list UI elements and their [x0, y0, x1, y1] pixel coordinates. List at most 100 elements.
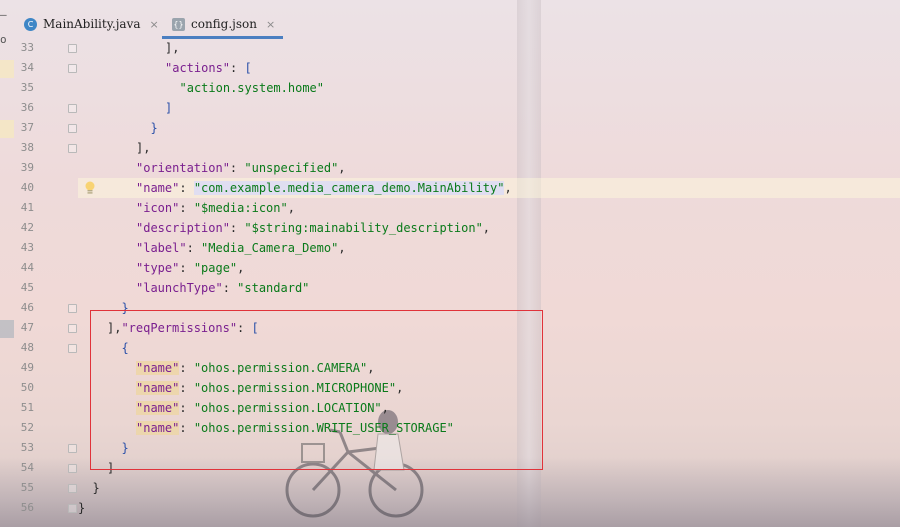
code-line[interactable]: "launchType": "standard": [78, 278, 900, 298]
code-token: "icon": [136, 201, 180, 215]
fold-marker-icon[interactable]: [68, 124, 77, 133]
code-line[interactable]: ]: [78, 98, 900, 118]
code-line[interactable]: "description": "$string:mainability_desc…: [78, 218, 900, 238]
line-number: 41: [20, 201, 34, 214]
fold-marker-icon[interactable]: [68, 304, 77, 313]
code-line[interactable]: "action.system.home": [78, 78, 900, 98]
code-token: "unspecified": [244, 161, 339, 175]
change-marker: [0, 120, 14, 138]
code-line[interactable]: }: [78, 478, 900, 498]
line-number: 50: [20, 381, 34, 394]
code-token: ],: [165, 41, 180, 55]
code-token: "standard": [237, 281, 310, 295]
code-token: "orientation": [136, 161, 230, 175]
fold-marker-icon[interactable]: [68, 324, 77, 333]
code-token: "Media_Camera_Demo": [201, 241, 339, 255]
line-number: 55: [20, 481, 34, 494]
fold-marker-icon[interactable]: [68, 104, 77, 113]
annotation-highlight-box: [90, 310, 543, 470]
code-line[interactable]: "name": "com.example.media_camera_demo.M…: [78, 178, 900, 198]
tab-config-json[interactable]: {} config.json ×: [162, 12, 284, 39]
fold-marker-icon[interactable]: [68, 144, 77, 153]
line-number: 37: [20, 121, 34, 134]
line-number: 40: [20, 181, 34, 194]
line-number: 44: [20, 261, 34, 274]
tab-label: config.json: [191, 17, 258, 31]
line-number: 43: [20, 241, 34, 254]
line-number: 36: [20, 101, 34, 114]
code-line[interactable]: "actions": [: [78, 58, 900, 78]
tab-label: MainAbility.java: [43, 17, 141, 31]
json-file-icon: {}: [172, 17, 185, 31]
fold-marker-icon[interactable]: [68, 344, 77, 353]
fold-marker-icon[interactable]: [68, 464, 77, 473]
code-token: }: [92, 481, 100, 495]
code-token: :: [186, 241, 202, 255]
fold-marker-icon[interactable]: [68, 444, 77, 453]
code-token: "type": [136, 261, 180, 275]
code-token: :: [179, 201, 194, 215]
close-icon[interactable]: ×: [266, 18, 275, 31]
code-token: "launchType": [136, 281, 223, 295]
fold-marker-icon[interactable]: [68, 484, 77, 493]
change-marker: [0, 320, 14, 338]
code-token: ,: [237, 261, 245, 275]
code-line[interactable]: "label": "Media_Camera_Demo",: [78, 238, 900, 258]
line-number: 45: [20, 281, 34, 294]
code-line[interactable]: "orientation": "unspecified",: [78, 158, 900, 178]
line-number: 49: [20, 361, 34, 374]
code-token: "$media:icon": [193, 201, 288, 215]
code-token: :: [229, 161, 245, 175]
code-token: :: [229, 221, 245, 235]
code-token: [: [244, 61, 252, 75]
line-number: 39: [20, 161, 34, 174]
code-token: ,: [504, 181, 512, 195]
change-marker: [0, 60, 14, 78]
line-number: 35: [20, 81, 34, 94]
code-token: :: [222, 281, 238, 295]
code-token: "$string:mainability_description": [244, 221, 483, 235]
code-token: "name": [136, 181, 180, 195]
side-panel-edge: – o: [0, 8, 7, 46]
line-number: 34: [20, 61, 34, 74]
line-number: 33: [20, 41, 34, 54]
fold-marker-icon[interactable]: [68, 504, 77, 513]
tab-mainability-java[interactable]: C MainAbility.java ×: [24, 12, 159, 36]
code-token: "description": [136, 221, 230, 235]
line-number: 54: [20, 461, 34, 474]
code-token: "label": [136, 241, 187, 255]
code-token: "com.example.media_camera_demo.MainAbili…: [193, 181, 505, 195]
line-number: 38: [20, 141, 34, 154]
code-line[interactable]: }: [78, 118, 900, 138]
line-number: 46: [20, 301, 34, 314]
code-line[interactable]: "icon": "$media:icon",: [78, 198, 900, 218]
code-token: :: [179, 181, 194, 195]
editor-tab-bar: – o C MainAbility.java × {} config.json …: [0, 0, 900, 46]
java-class-icon: C: [24, 17, 37, 31]
line-number-gutter: 33 34 35 36 37 38 39 40 41 42 43 44 45 46 47 48 49 50 51 52…: [14, 38, 95, 527]
code-token: }: [150, 121, 158, 135]
code-line[interactable]: ],: [78, 138, 900, 158]
code-token: "page": [193, 261, 238, 275]
line-number: 48: [20, 341, 34, 354]
line-number: 56: [20, 501, 34, 514]
line-number: 47: [20, 321, 34, 334]
code-token: ,: [338, 161, 346, 175]
code-line[interactable]: "type": "page",: [78, 258, 900, 278]
code-line[interactable]: ],: [78, 38, 900, 58]
line-number: 52: [20, 421, 34, 434]
line-number: 53: [20, 441, 34, 454]
code-token: ,: [287, 201, 295, 215]
code-token: "action.system.home": [179, 81, 325, 95]
code-token: "actions": [165, 61, 231, 75]
code-token: :: [230, 61, 245, 75]
close-icon[interactable]: ×: [150, 18, 159, 31]
line-number: 42: [20, 221, 34, 234]
line-number: 51: [20, 401, 34, 414]
fold-marker-icon[interactable]: [68, 64, 77, 73]
code-line[interactable]: }: [78, 498, 900, 518]
fold-marker-icon[interactable]: [68, 44, 77, 53]
code-token: :: [179, 261, 194, 275]
code-token: }: [78, 501, 86, 515]
code-token: ]: [165, 101, 173, 115]
